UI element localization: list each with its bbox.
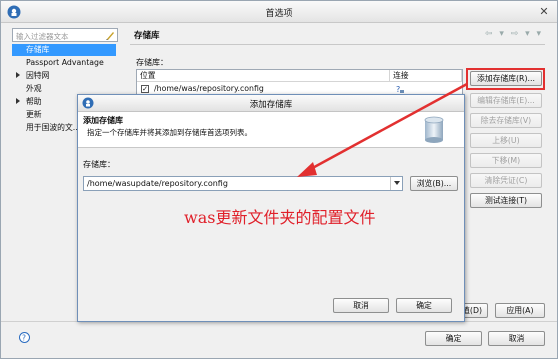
column-header-connection[interactable]: 连接 (390, 70, 462, 82)
move-up-button[interactable]: 上移(U) (470, 133, 542, 148)
test-connection-button[interactable]: 测试连接(T) (470, 193, 542, 208)
tree-item-appearance[interactable]: 外观 (12, 83, 42, 95)
preferences-window: 首选项 ✕ 输入过滤器文本 存储库 Passport Advantage 因特网… (0, 0, 558, 359)
close-icon[interactable]: ✕ (537, 5, 551, 19)
edit-repository-button[interactable]: 编辑存储库(E)... (470, 93, 542, 108)
tree-item-updates[interactable]: 更新 (12, 109, 42, 121)
help-icon[interactable]: ? (19, 332, 30, 343)
dialog-titlebar: 添加存储库 (78, 95, 464, 112)
chevron-down-icon (394, 181, 400, 185)
tree-item-other[interactable]: 用于国波的文... (12, 122, 80, 134)
banner-title: 添加存储库 (83, 116, 123, 125)
dialog-title: 添加存储库 (249, 100, 293, 110)
divider (130, 44, 545, 45)
repositories-label: 存储库： (136, 58, 168, 67)
page-title: 存储库 (134, 31, 160, 41)
clear-filter-icon[interactable] (104, 29, 116, 41)
banner-description: 指定一个存储库并将其添加到存储库首选项列表。 (87, 128, 252, 137)
svg-text:?: ? (396, 85, 400, 94)
annotation-text: was更新文件夹的配置文件 (184, 208, 376, 227)
move-down-button[interactable]: 下移(M) (470, 153, 542, 168)
repository-label: 存储库： (83, 160, 115, 169)
dialog-ok-button[interactable]: 确定 (396, 298, 452, 313)
browse-button[interactable]: 浏览(B)... (410, 176, 458, 191)
ok-button[interactable]: 确定 (425, 331, 482, 346)
repository-location-input[interactable]: /home/wasupdate/repository.config (83, 176, 403, 191)
remove-repository-button[interactable]: 除去存储库(V) (470, 113, 542, 128)
window-title: 首选项 (265, 9, 293, 19)
apply-button[interactable]: 应用(A) (495, 303, 545, 318)
dialog-cancel-button[interactable]: 取消 (333, 298, 389, 313)
navigation-arrows[interactable]: ⇦ ▾ ⇨ ▾ ▾ (485, 29, 545, 41)
window-titlebar: 首选项 ✕ (1, 1, 557, 23)
cancel-button[interactable]: 取消 (488, 331, 545, 346)
svg-text:?: ? (22, 334, 26, 343)
database-icon (424, 116, 444, 143)
add-repository-button[interactable]: 添加存储库(R)... (470, 71, 542, 86)
connection-question-icon: ? (396, 85, 404, 94)
tree-item-repositories[interactable]: 存储库 (12, 44, 116, 56)
tree-item-passport-advantage[interactable]: Passport Advantage (12, 57, 104, 69)
tree-item-help[interactable]: 帮助 (12, 96, 42, 108)
repository-location-value: /home/wasupdate/repository.config (87, 179, 228, 188)
clear-credentials-button[interactable]: 清除凭证(C) (470, 173, 542, 188)
column-header-location[interactable]: 位置 (137, 70, 390, 82)
row-checkbox[interactable]: ✓ (141, 85, 149, 93)
tree-item-internet[interactable]: 因特网 (12, 70, 49, 82)
filter-input[interactable]: 输入过滤器文本 (12, 28, 118, 42)
dropdown-toggle[interactable] (390, 177, 402, 190)
dialog-banner: 添加存储库 指定一个存储库并将其添加到存储库首选项列表。 (78, 112, 464, 148)
